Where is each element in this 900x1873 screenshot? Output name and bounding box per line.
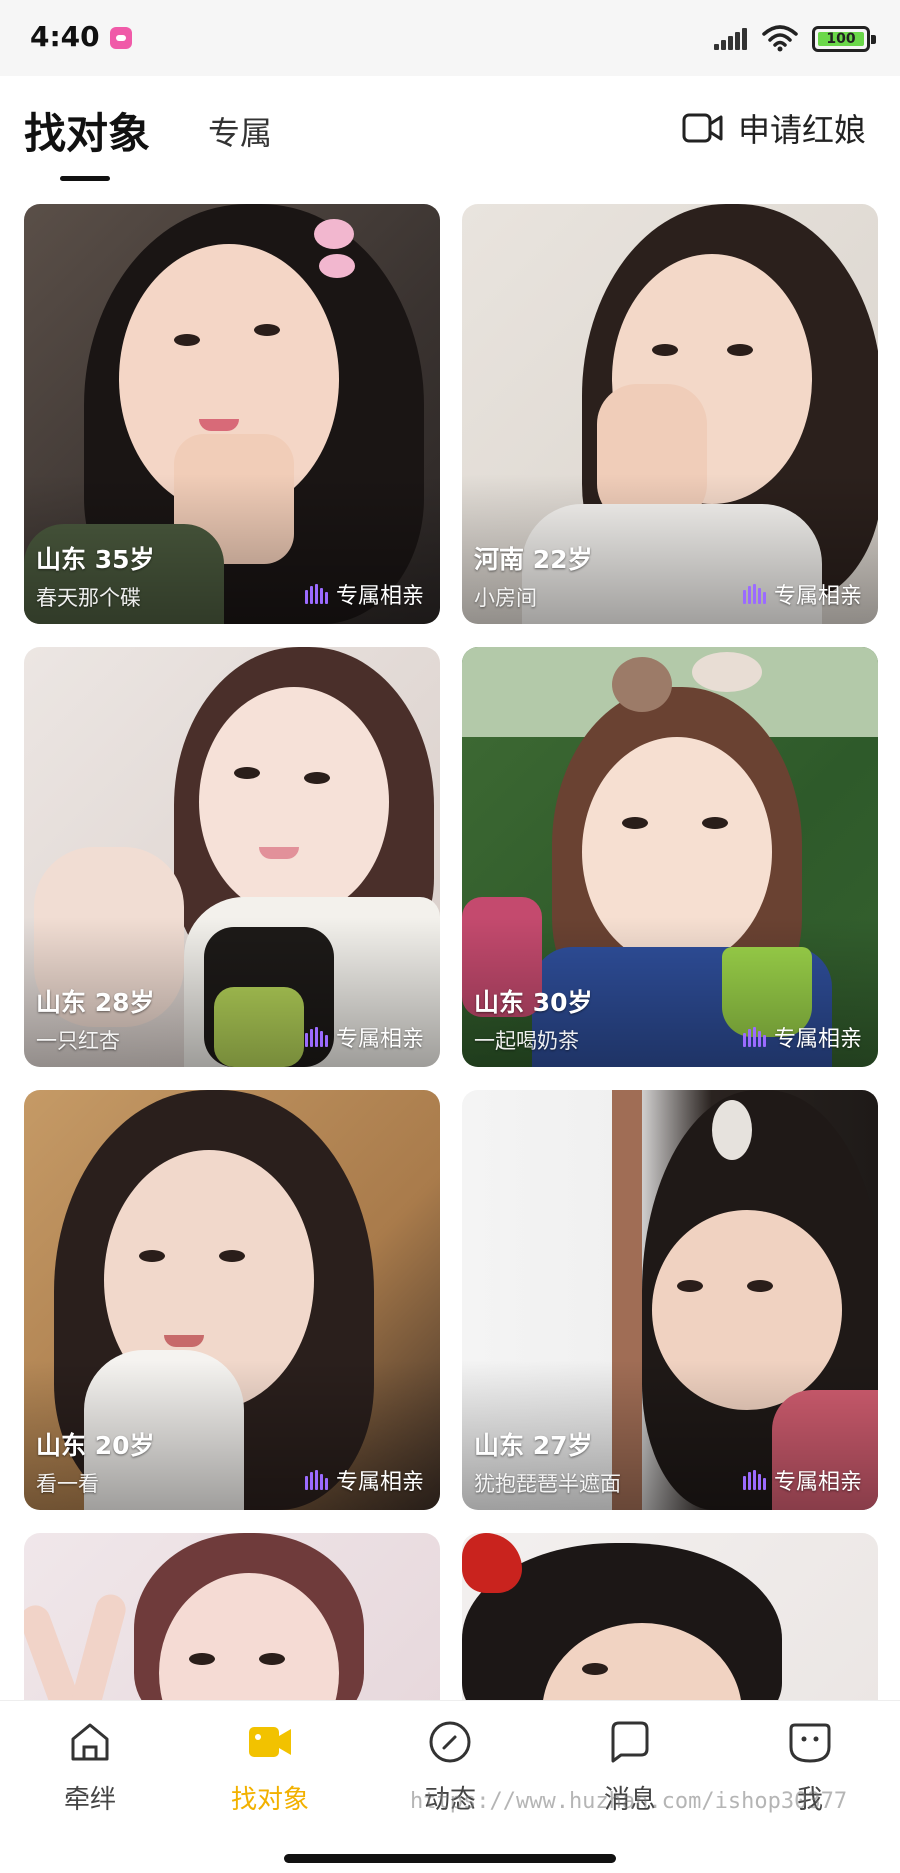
- exclusive-date-tag: 专属相亲: [742, 1464, 862, 1496]
- exclusive-date-tag: 专属相亲: [304, 1464, 424, 1496]
- card-nickname: 小房间: [474, 586, 537, 610]
- tabbar-label: 找对象: [230, 1785, 309, 1815]
- card-title: 山东 28岁: [36, 988, 155, 1017]
- video-camera-icon: [249, 1727, 291, 1757]
- card-title: 山东 27岁: [474, 1431, 593, 1460]
- card-nickname: 犹抱琵琶半遮面: [474, 1472, 621, 1496]
- tag-label: 专属相亲: [335, 1027, 424, 1052]
- chat-bubble-icon: [611, 1721, 649, 1763]
- compass-icon: [429, 1721, 471, 1763]
- audio-bars-icon: [742, 584, 768, 604]
- audio-bars-icon: [304, 1470, 330, 1490]
- card-title: 河南 22岁: [474, 545, 593, 574]
- tabbar-label: 牵绊: [63, 1785, 116, 1815]
- tab-exclusive[interactable]: 专属: [208, 108, 272, 154]
- tag-label: 专属相亲: [335, 584, 424, 609]
- audio-bars-icon: [304, 1027, 330, 1047]
- home-icon: [71, 1723, 109, 1761]
- profile-card[interactable]: [462, 1533, 878, 1713]
- battery-level: 100: [826, 31, 856, 47]
- video-camera-icon: [682, 113, 723, 143]
- profile-card[interactable]: 山东 20岁 看一看 专属相亲: [24, 1090, 440, 1510]
- top-header: 找对象 专属 申请红娘: [0, 76, 900, 186]
- exclusive-date-tag: 专属相亲: [304, 1021, 424, 1053]
- tag-label: 专属相亲: [773, 584, 862, 609]
- wifi-icon: [762, 25, 798, 52]
- tabbar-item-bond[interactable]: 牵绊: [20, 1719, 160, 1816]
- exclusive-date-tag: 专属相亲: [304, 578, 424, 610]
- card-nickname: 看一看: [36, 1472, 99, 1496]
- card-nickname: 一只红杏: [36, 1029, 120, 1053]
- card-nickname: 春天那个碟: [36, 586, 141, 610]
- audio-bars-icon: [742, 1470, 768, 1490]
- watermark-text: https://www.huzhan.com/ishop30377: [410, 1789, 848, 1814]
- face-icon: [789, 1723, 831, 1763]
- audio-bars-icon: [742, 1027, 768, 1047]
- battery-icon: 100: [812, 26, 876, 52]
- audio-bars-icon: [304, 584, 330, 604]
- card-nickname: 一起喝奶茶: [474, 1029, 579, 1053]
- profile-card[interactable]: 山东 27岁 犹抱琵琶半遮面 专属相亲: [462, 1090, 878, 1510]
- apply-matchmaker-label: 申请红娘: [738, 111, 867, 149]
- profile-photo: [462, 1533, 878, 1713]
- card-title: 山东 30岁: [474, 988, 593, 1017]
- tag-label: 专属相亲: [773, 1027, 862, 1052]
- profile-card[interactable]: 山东 28岁 一只红杏 专属相亲: [24, 647, 440, 1067]
- profile-card[interactable]: [24, 1533, 440, 1713]
- card-title: 山东 20岁: [36, 1431, 155, 1460]
- signal-icon: [714, 28, 750, 50]
- tag-label: 专属相亲: [773, 1470, 862, 1495]
- card-title: 山东 35岁: [36, 545, 155, 574]
- active-tab-indicator: [60, 176, 110, 181]
- exclusive-date-tag: 专属相亲: [742, 1021, 862, 1053]
- profile-card[interactable]: 山东 30岁 一起喝奶茶 专属相亲: [462, 647, 878, 1067]
- status-time: 4:40: [30, 20, 100, 53]
- status-bar: 4:40 100: [0, 0, 900, 76]
- profile-card[interactable]: 山东 35岁 春天那个碟 专属相亲: [24, 204, 440, 624]
- home-indicator: [284, 1854, 616, 1863]
- app-badge-icon: [110, 27, 132, 49]
- profile-card[interactable]: 河南 22岁 小房间 专属相亲: [462, 204, 878, 624]
- profile-photo: [24, 1533, 440, 1713]
- tab-find-partner[interactable]: 找对象: [24, 100, 150, 161]
- apply-matchmaker-button[interactable]: 申请红娘: [682, 106, 866, 150]
- bottom-tab-bar: 牵绊 找对象 动态 消息 我 https://www.huzhan.com/is…: [0, 1700, 900, 1840]
- tabbar-item-find-partner[interactable]: 找对象: [200, 1719, 340, 1816]
- exclusive-date-tag: 专属相亲: [742, 578, 862, 610]
- tag-label: 专属相亲: [335, 1470, 424, 1495]
